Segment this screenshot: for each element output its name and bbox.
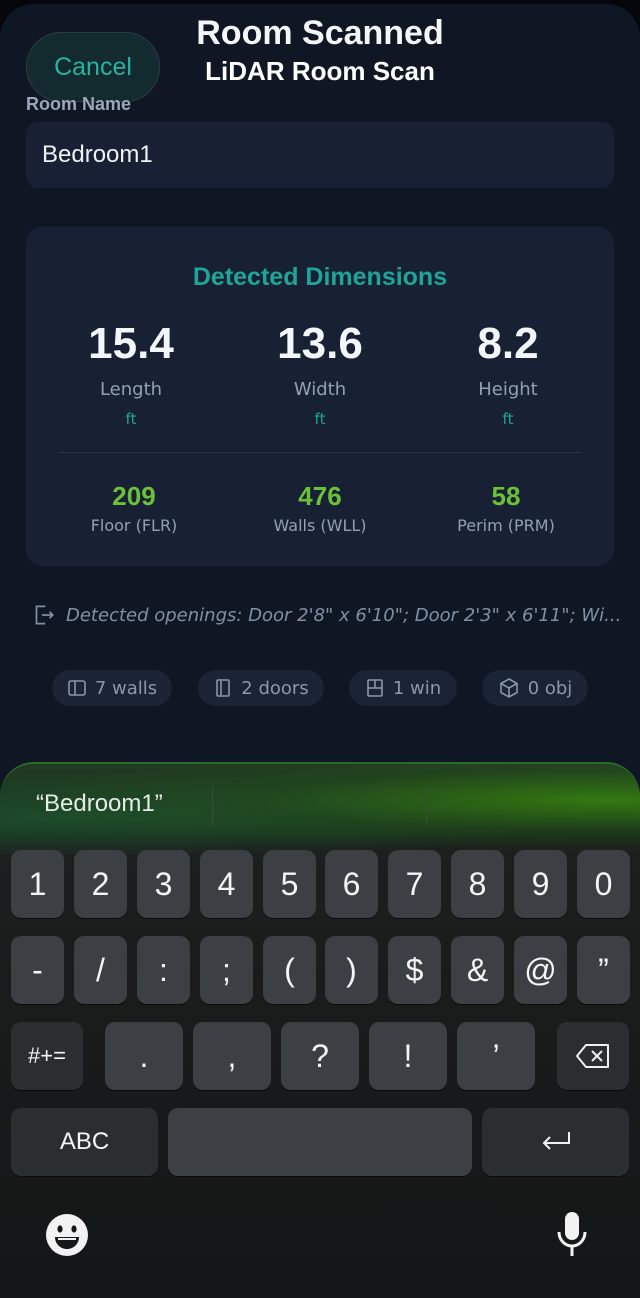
key-apostrophe[interactable]: ’ xyxy=(457,1022,535,1090)
key-2[interactable]: 2 xyxy=(74,850,127,918)
chip-windows: 1 win xyxy=(349,670,457,706)
key-colon[interactable]: : xyxy=(137,936,190,1004)
backspace-icon xyxy=(576,1044,609,1068)
suggestion-divider xyxy=(426,786,427,826)
symbols-toggle-key[interactable]: #+= xyxy=(11,1022,83,1090)
emoji-icon[interactable] xyxy=(44,1212,90,1258)
chip-objects-label: 0 obj xyxy=(527,677,573,699)
floor-area-label: Floor (FLR) xyxy=(90,516,178,535)
abc-key[interactable]: ABC xyxy=(11,1108,158,1176)
walls-icon xyxy=(68,680,86,696)
dimensions-divider xyxy=(58,452,582,453)
chip-doors-label: 2 doors xyxy=(241,677,309,699)
perimeter-value: 58 xyxy=(491,481,521,511)
key-slash[interactable]: / xyxy=(74,936,127,1004)
numeric-keyboard: “Bedroom1” 1 2 3 4 5 6 7 8 9 0 - / : ; (… xyxy=(0,762,640,1298)
key-3[interactable]: 3 xyxy=(137,850,190,918)
cube-icon xyxy=(499,678,518,698)
dimensions-card: Detected Dimensions 15.4 Length ft 13.6 … xyxy=(26,227,614,566)
height-label: Height xyxy=(478,379,538,400)
chip-objects: 0 obj xyxy=(482,670,588,706)
key-1[interactable]: 1 xyxy=(11,850,64,918)
walls-area-label: Walls (WLL) xyxy=(273,516,367,535)
room-name-input[interactable]: Bedroom1 xyxy=(26,122,614,188)
openings-text: Detected openings: Door 2'8" x 6'10"; Do… xyxy=(66,604,620,626)
return-icon xyxy=(542,1132,570,1150)
key-exclamation[interactable]: ! xyxy=(369,1022,447,1090)
key-semicolon[interactable]: ; xyxy=(200,936,253,1004)
window-icon xyxy=(367,679,383,697)
width-stat: 13.6 Width ft xyxy=(225,319,415,428)
chip-windows-label: 1 win xyxy=(392,677,442,699)
room-name-label: Room Name xyxy=(26,94,132,114)
key-hyphen[interactable]: - xyxy=(11,936,64,1004)
microphone-icon[interactable] xyxy=(554,1210,590,1260)
suggestion-divider xyxy=(212,786,213,826)
key-close-paren[interactable]: ) xyxy=(325,936,378,1004)
chip-doors: 2 doors xyxy=(198,670,324,706)
walls-area-value: 476 xyxy=(298,481,342,511)
length-value: 15.4 xyxy=(88,319,174,368)
key-5[interactable]: 5 xyxy=(263,850,316,918)
chip-walls-label: 7 walls xyxy=(94,677,158,699)
key-dollar[interactable]: $ xyxy=(388,936,441,1004)
width-unit: ft xyxy=(314,410,326,428)
key-period[interactable]: . xyxy=(105,1022,183,1090)
dimensions-title: Detected Dimensions xyxy=(192,263,448,291)
exit-door-icon xyxy=(35,605,54,625)
key-ampersand[interactable]: & xyxy=(451,936,504,1004)
predictive-suggestion[interactable]: “Bedroom1” xyxy=(36,790,163,818)
key-0[interactable]: 0 xyxy=(577,850,630,918)
height-unit: ft xyxy=(502,410,514,428)
delete-key[interactable] xyxy=(557,1022,629,1090)
height-value: 8.2 xyxy=(477,319,539,368)
return-key[interactable] xyxy=(482,1108,629,1176)
key-quote[interactable]: ” xyxy=(577,936,630,1004)
key-open-paren[interactable]: ( xyxy=(263,936,316,1004)
chip-walls: 7 walls xyxy=(52,670,172,706)
height-stat: 8.2 Height ft xyxy=(413,319,603,428)
walls-area-stat: 476 Walls (WLL) xyxy=(225,481,415,535)
space-key[interactable] xyxy=(168,1108,472,1176)
width-label: Width xyxy=(293,379,347,400)
key-question[interactable]: ? xyxy=(281,1022,359,1090)
key-7[interactable]: 7 xyxy=(388,850,441,918)
length-stat: 15.4 Length ft xyxy=(36,319,226,428)
key-comma[interactable]: , xyxy=(193,1022,271,1090)
floor-area-value: 209 xyxy=(112,481,156,511)
detected-openings: Detected openings: Door 2'8" x 6'10"; Do… xyxy=(30,602,620,628)
key-6[interactable]: 6 xyxy=(325,850,378,918)
key-9[interactable]: 9 xyxy=(514,850,567,918)
length-label: Length xyxy=(99,379,163,400)
key-8[interactable]: 8 xyxy=(451,850,504,918)
perimeter-stat: 58 Perim (PRM) xyxy=(411,481,601,535)
length-unit: ft xyxy=(125,410,137,428)
floor-area-stat: 209 Floor (FLR) xyxy=(39,481,229,535)
key-4[interactable]: 4 xyxy=(200,850,253,918)
perimeter-label: Perim (PRM) xyxy=(457,516,555,535)
width-value: 13.6 xyxy=(277,319,363,368)
door-icon xyxy=(216,679,231,697)
key-at[interactable]: @ xyxy=(514,936,567,1004)
